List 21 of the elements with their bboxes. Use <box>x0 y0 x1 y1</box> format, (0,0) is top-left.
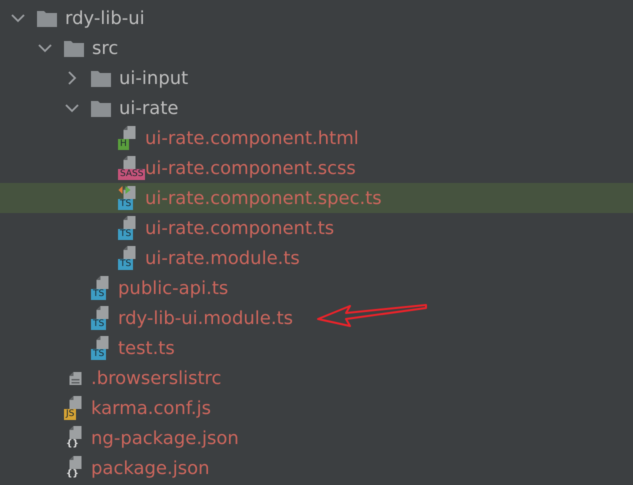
folder-icon <box>91 70 111 86</box>
file-name: rdy-lib-ui.module.ts <box>118 306 294 330</box>
file-name: karma.conf.js <box>91 396 211 420</box>
folder-name: src <box>92 36 118 60</box>
file-name: public-api.ts <box>118 276 228 300</box>
folder-icon <box>91 100 111 116</box>
folder-name: ui-rate <box>119 96 178 120</box>
file-row[interactable]: TS ui-rate.component.spec.ts <box>0 183 633 213</box>
folder-icon <box>64 40 84 56</box>
file-name: ui-rate.component.html <box>145 126 359 150</box>
folder-icon <box>37 10 57 26</box>
file-name: ui-rate.component.ts <box>145 216 334 240</box>
file-name: .browserslistrc <box>91 366 222 390</box>
folder-name: rdy-lib-ui <box>65 6 145 30</box>
file-name: ui-rate.module.ts <box>145 246 300 270</box>
file-name: ui-rate.component.spec.ts <box>145 186 382 210</box>
file-name: ui-rate.component.scss <box>145 156 356 180</box>
folder-name: ui-input <box>119 66 188 90</box>
file-name: package.json <box>91 456 210 480</box>
file-name: ng-package.json <box>91 426 239 450</box>
file-name: test.ts <box>118 336 175 360</box>
